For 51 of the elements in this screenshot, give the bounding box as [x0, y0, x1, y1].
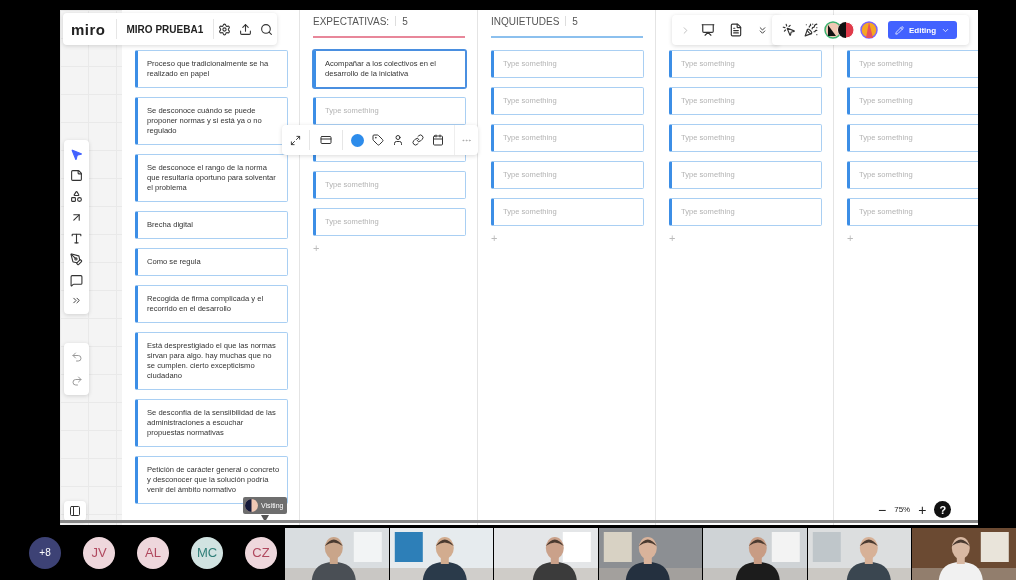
arrow-icon[interactable]	[70, 211, 83, 224]
sticky-note-icon[interactable]	[70, 169, 83, 182]
board-name: MIRO PRUEBA1	[125, 23, 205, 35]
zoom-out-button[interactable]: −	[878, 501, 887, 518]
column-title: EXPECTATIVAS:	[313, 15, 390, 27]
add-card-button[interactable]: +	[847, 232, 854, 244]
cursor-button[interactable]	[782, 23, 796, 37]
sidebar-toggle-icon[interactable]	[69, 505, 81, 517]
scrollbar[interactable]	[60, 520, 978, 523]
celebrate-button[interactable]	[804, 23, 818, 37]
pointer-icon	[261, 515, 269, 522]
card-view-button[interactable]	[320, 134, 332, 146]
more-tools-icon[interactable]	[71, 295, 82, 306]
logo: miro	[70, 20, 107, 38]
zoom-in-button[interactable]: +	[918, 501, 927, 518]
color-dot-icon[interactable]	[351, 133, 364, 147]
text-tool-icon[interactable]	[70, 232, 83, 245]
avatar-icon	[245, 499, 258, 512]
add-card-button[interactable]: +	[313, 242, 320, 254]
fullscreen-button[interactable]	[290, 134, 301, 146]
upload-button[interactable]	[239, 22, 253, 36]
presentation-button[interactable]	[701, 23, 715, 37]
undo-icon[interactable]	[70, 351, 83, 363]
date-button[interactable]	[432, 134, 444, 146]
add-card-button[interactable]: +	[491, 232, 498, 244]
search-button[interactable]	[260, 22, 274, 36]
pen-icon[interactable]	[70, 253, 83, 266]
comment-icon[interactable]	[70, 274, 83, 287]
column-count: 5	[572, 15, 578, 27]
column-count: 5	[402, 15, 408, 27]
participant-avatar[interactable]: MC	[191, 536, 223, 569]
select-tool-icon[interactable]	[70, 148, 83, 161]
tag-button[interactable]	[372, 134, 384, 146]
participant-avatar[interactable]: +8	[29, 536, 61, 569]
notes-button[interactable]	[729, 23, 743, 37]
participant-avatar[interactable]: JV	[83, 536, 115, 569]
link-button[interactable]	[412, 134, 424, 146]
column-title: INQUIETUDES	[491, 15, 560, 27]
participant-avatar[interactable]: CZ	[245, 536, 277, 569]
avatar-icon[interactable]	[860, 21, 878, 39]
avatar-group-icon[interactable]	[824, 21, 856, 39]
editing-button[interactable]: Editing	[888, 21, 958, 39]
shapes-icon[interactable]	[70, 190, 83, 203]
assignee-button[interactable]	[392, 134, 404, 146]
add-card-button[interactable]: +	[669, 232, 676, 244]
settings-button[interactable]	[218, 22, 232, 36]
participant-avatar[interactable]: AL	[137, 536, 169, 569]
pencil-icon	[895, 25, 904, 35]
zoom-level[interactable]: 75%	[894, 505, 911, 514]
redo-icon[interactable]	[70, 375, 83, 387]
expand-button[interactable]	[757, 24, 768, 36]
